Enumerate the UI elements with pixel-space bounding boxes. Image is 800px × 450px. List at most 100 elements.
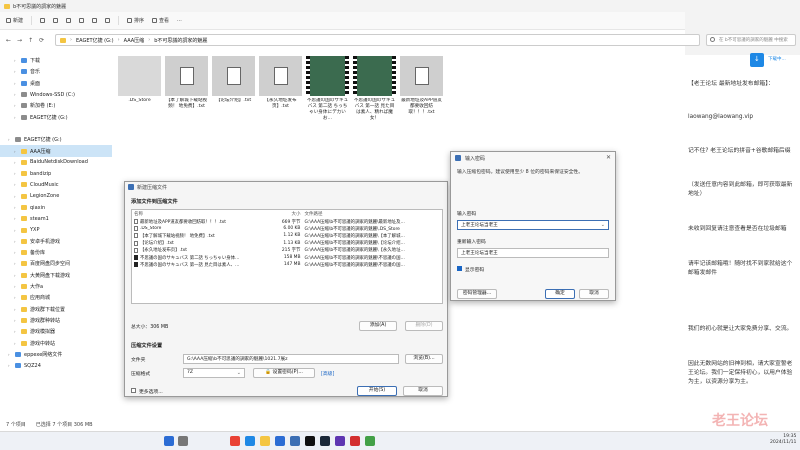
sidebar-item[interactable]: › YXP <box>0 224 112 235</box>
sidebar-item[interactable]: › 新加卷 (E:) <box>0 100 112 111</box>
sidebar-item[interactable]: › EAGET亿捷 (G:) <box>0 111 112 122</box>
set-password-button[interactable]: 🔒 设置密码(P)... <box>253 368 315 378</box>
sort-button[interactable]: 排序 <box>127 17 144 24</box>
close-icon[interactable]: ✕ <box>606 154 611 161</box>
chevron-right-icon[interactable]: › <box>8 352 12 357</box>
sidebar-item[interactable]: › 安卓手机游戏 <box>0 236 112 247</box>
sidebar-item[interactable]: › 下载 <box>0 55 112 66</box>
sidebar-item[interactable]: › AAA压缩 <box>0 145 112 157</box>
file-item[interactable]: 不思議の国のサキュバス 第二話 ちっちゃい身体にデカいお… <box>306 56 349 122</box>
chevron-right-icon[interactable]: › <box>14 228 18 233</box>
breadcrumb-item[interactable]: AAA压缩 <box>124 37 145 44</box>
breadcrumb-item[interactable]: EAGET亿捷 (G:) <box>76 37 114 44</box>
sidebar-item[interactable]: › 游戏模拟器 <box>0 326 112 337</box>
sidebar-item[interactable]: › LegionZone <box>0 191 112 202</box>
show-password-label[interactable]: 显示密码 <box>465 266 484 273</box>
chevron-right-icon[interactable]: › <box>14 205 18 210</box>
chevron-right-icon[interactable]: › <box>14 250 18 255</box>
sidebar-item[interactable]: › 备份库 <box>0 247 112 258</box>
sidebar-item[interactable]: › 大作a <box>0 281 112 292</box>
address-bar[interactable]: › EAGET亿捷 (G:) › AAA压缩 › b不可思議的調家的魅麗 <box>55 34 700 46</box>
start-button[interactable]: 开始(S) <box>357 386 397 396</box>
download-button[interactable]: ↓ <box>750 53 764 67</box>
file-list-row[interactable]: 不思議の国のサキュバス 第一話 見た目は素人、… 147 MB G:\AAA压缩\b… <box>132 261 442 268</box>
file-item[interactable]: 不思議の国のサキュバス 第一話 見た目は素人、精れば魔女！ <box>353 56 396 122</box>
sidebar-item[interactable]: › 游戏群下载位置 <box>0 304 112 315</box>
refresh-icon[interactable]: ⟳ <box>39 37 44 44</box>
steam-icon[interactable] <box>320 436 330 446</box>
file-list-row[interactable]: 最新地址及APP道友都要收回纺取！！！.txt 669 字节 G:\AAA压缩\b不… <box>132 218 442 225</box>
sidebar-item[interactable]: › bandizip <box>0 168 112 179</box>
chevron-right-icon[interactable]: › <box>14 318 18 323</box>
file-list-row[interactable]: .DS_Store 6.00 KB G:\AAA压缩\b不可思議的調家的魅麗\.DS… <box>132 225 442 232</box>
ok-button[interactable]: 确定 <box>545 289 575 299</box>
sidebar-item[interactable]: › qiaxin <box>0 202 112 213</box>
chevron-right-icon[interactable]: › <box>14 284 18 289</box>
chevron-right-icon[interactable]: › <box>14 81 18 86</box>
sidebar-item[interactable]: › SQZ24 <box>0 360 112 371</box>
chevron-right-icon[interactable]: › <box>14 295 18 300</box>
start-icon[interactable] <box>164 436 174 446</box>
share-button[interactable] <box>92 18 98 23</box>
sidebar-item[interactable]: › Windows-SSD (C:) <box>0 89 112 100</box>
sidebar-item[interactable]: › CloudMusic <box>0 179 112 190</box>
confirm-password-input[interactable]: 上老王论坛当老王 <box>457 248 609 258</box>
chevron-right-icon[interactable]: › <box>14 160 18 165</box>
more-options-label[interactable]: 更多选项... <box>139 388 163 395</box>
game-icon[interactable] <box>335 436 345 446</box>
more-options-checkbox[interactable] <box>131 388 136 393</box>
chevron-right-icon[interactable]: › <box>8 363 12 368</box>
edge-icon[interactable] <box>245 436 255 446</box>
chevron-right-icon[interactable]: › <box>14 58 18 63</box>
view-button[interactable]: 查看 <box>152 17 169 24</box>
copy-button[interactable] <box>53 18 59 23</box>
chevron-right-icon[interactable]: › <box>14 216 18 221</box>
output-path-field[interactable]: G:\AAA压缩\b不可思議的調家的魅麗\1021.7展z <box>183 354 399 364</box>
bandizip-icon[interactable] <box>290 436 300 446</box>
sidebar-item[interactable]: › EAGET亿捷 (G:) <box>0 134 112 145</box>
sidebar-item[interactable]: › 游戏群种转站 <box>0 315 112 326</box>
app-icon[interactable] <box>365 436 375 446</box>
chevron-right-icon[interactable]: › <box>14 115 18 120</box>
music-icon[interactable] <box>350 436 360 446</box>
system-clock[interactable]: 19:35 2024/11/11 <box>770 434 796 446</box>
search-input[interactable]: 在 b不可思議的調家的魅麗 中搜索 <box>706 34 796 46</box>
password-cancel-button[interactable]: 取消 <box>579 289 609 299</box>
explorer-icon[interactable] <box>260 436 270 446</box>
cut-button[interactable] <box>40 18 46 23</box>
forward-arrow-icon[interactable]: → <box>17 37 22 44</box>
sidebar-item[interactable]: › 百度网盘同步空间 <box>0 258 112 269</box>
chevron-right-icon[interactable]: › <box>14 307 18 312</box>
format-select[interactable]: 7Z ⌄ <box>183 368 245 378</box>
file-item[interactable]: 最新地址及APP道友都要收回纺取！！！.txt <box>400 56 443 116</box>
file-item[interactable]: 【永久地址发布页】.txt <box>259 56 302 110</box>
chevron-right-icon[interactable]: › <box>8 137 12 142</box>
add-button[interactable]: 添加(A) <box>359 321 397 331</box>
sidebar-item[interactable]: › 应用商城 <box>0 292 112 303</box>
column-header-name[interactable]: 名称 <box>134 211 269 217</box>
file-item[interactable]: .DS_Store <box>118 56 161 104</box>
chevron-right-icon[interactable]: › <box>14 341 18 346</box>
delete-button[interactable] <box>105 18 111 23</box>
chevron-right-icon[interactable]: › <box>14 171 18 176</box>
sidebar-item[interactable]: › BaiduNetdiskDownload <box>0 157 112 168</box>
paste-button[interactable] <box>66 18 72 23</box>
browse-button[interactable]: 浏览(B)... <box>405 354 443 364</box>
chevron-right-icon[interactable]: › <box>14 92 18 97</box>
search-icon[interactable] <box>178 436 188 446</box>
chevron-right-icon[interactable]: › <box>14 194 18 199</box>
column-header-size[interactable]: 大小 <box>269 211 305 217</box>
show-password-checkbox[interactable] <box>457 266 462 271</box>
tiktok-icon[interactable] <box>305 436 315 446</box>
sidebar-item[interactable]: › 桌面 <box>0 78 112 89</box>
file-list-row[interactable]: 【永久地址发布页】.txt 215 字节 G:\AAA压缩\b不可思議的調家的魅麗\… <box>132 247 442 254</box>
sidebar-item[interactable]: › steam1 <box>0 213 112 224</box>
sidebar-item[interactable]: › eppexe网络文件 <box>0 349 112 360</box>
chevron-right-icon[interactable]: › <box>14 182 18 187</box>
sidebar-item[interactable]: › 大黄网盘下载游戏 <box>0 270 112 281</box>
file-list-row[interactable]: 【本了解城下载站视频！ 地免费】.txt 1.12 KB G:\AAA压缩\b不可思… <box>132 232 442 239</box>
chevron-right-icon[interactable]: › <box>14 69 18 74</box>
chrome-icon[interactable] <box>230 436 240 446</box>
back-arrow-icon[interactable]: ← <box>6 37 11 44</box>
chevron-right-icon[interactable]: › <box>14 103 18 108</box>
